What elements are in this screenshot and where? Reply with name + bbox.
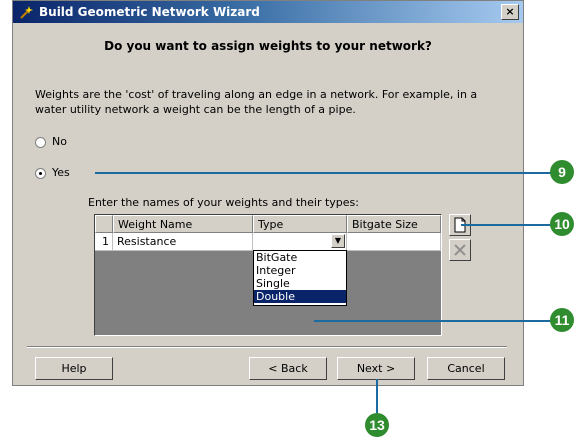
delete-x-icon <box>454 244 466 256</box>
col-header-weight-name[interactable]: Weight Name <box>113 215 253 233</box>
delete-weight-button[interactable] <box>449 239 471 261</box>
combo-dropdown-arrow-icon[interactable]: ▼ <box>331 234 345 248</box>
weights-grid: Weight Name Type Bitgate Size 1 Resistan… <box>94 214 442 336</box>
description-text: Weights are the 'cost' of traveling alon… <box>35 88 478 116</box>
callout-9-line <box>95 172 551 174</box>
radio-no-circle[interactable] <box>35 136 46 148</box>
next-button[interactable]: Next > <box>337 357 415 380</box>
bitgate-size-cell[interactable] <box>347 233 441 251</box>
close-button[interactable]: × <box>501 4 519 20</box>
network-wizard-icon <box>19 4 35 20</box>
dropdown-option-single[interactable]: Single <box>254 277 346 290</box>
page-question: Do you want to assign weights to your ne… <box>104 39 432 53</box>
window-title: Build Geometric Network Wizard <box>39 5 260 19</box>
type-combo[interactable]: ▼ <box>253 233 347 251</box>
cancel-button[interactable]: Cancel <box>427 357 505 380</box>
title-bar[interactable]: Build Geometric Network Wizard × <box>13 1 523 23</box>
help-button[interactable]: Help <box>35 357 113 380</box>
callout-10-line <box>461 224 551 226</box>
col-header-type[interactable]: Type <box>253 215 347 233</box>
footer-separator <box>27 346 507 348</box>
type-dropdown-list: BitGate Integer Single Double <box>253 250 347 306</box>
callout-11: 11 <box>550 308 574 332</box>
callout-9: 9 <box>550 160 574 184</box>
back-button[interactable]: < Back <box>249 357 327 380</box>
dropdown-option-double[interactable]: Double <box>254 290 346 303</box>
radio-no[interactable]: No <box>35 135 67 148</box>
weight-name-cell[interactable]: Resistance <box>113 233 253 251</box>
callout-13: 13 <box>365 413 389 437</box>
dropdown-option-integer[interactable]: Integer <box>254 264 346 277</box>
weights-label: Enter the names of your weights and thei… <box>88 196 359 209</box>
callout-10: 10 <box>550 212 574 236</box>
wizard-dialog: Build Geometric Network Wizard × Do you … <box>12 0 524 386</box>
radio-yes[interactable]: Yes <box>35 166 70 179</box>
callout-13-line <box>376 379 378 413</box>
callout-11-line <box>314 320 551 322</box>
radio-no-label: No <box>52 135 67 148</box>
radio-yes-circle[interactable] <box>35 167 46 179</box>
row-header-corner <box>95 215 113 233</box>
radio-yes-label: Yes <box>52 166 70 179</box>
dropdown-option-bitgate[interactable]: BitGate <box>254 251 346 264</box>
col-header-bitgate-size[interactable]: Bitgate Size <box>347 215 441 233</box>
row-index: 1 <box>95 233 113 251</box>
